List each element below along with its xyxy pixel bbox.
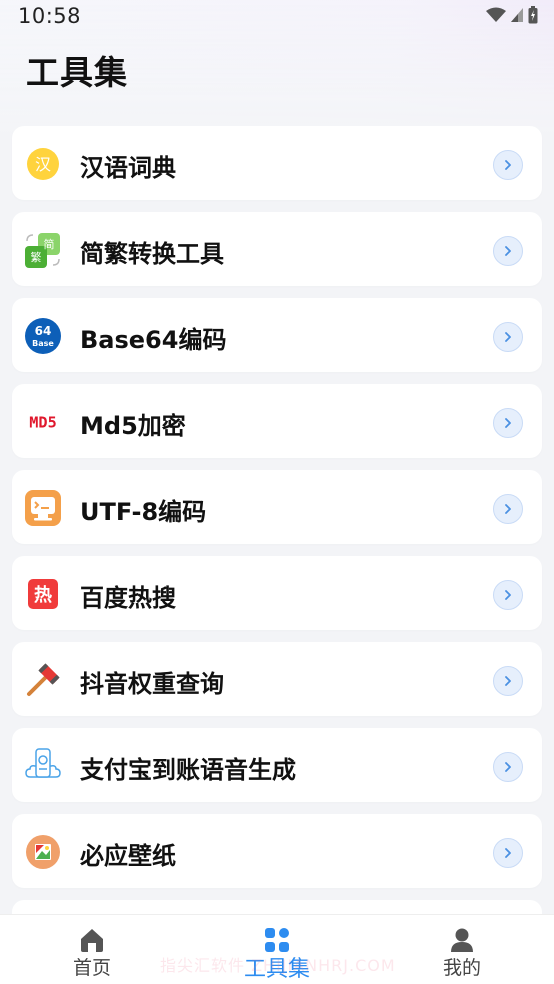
tool-label: 抖音权重查询 bbox=[80, 670, 224, 698]
battery-icon bbox=[528, 6, 538, 24]
simplified-icon-text: 简 bbox=[44, 237, 55, 251]
status-icons bbox=[486, 6, 538, 24]
tool-item-alipay-voice[interactable]: 支付宝到账语音生成 bbox=[12, 728, 542, 802]
chevron-right-icon[interactable] bbox=[493, 236, 523, 266]
page-title: 工具集 bbox=[26, 53, 128, 92]
tool-label: 支付宝到账语音生成 bbox=[80, 756, 296, 784]
tool-item-md5[interactable]: MD5 Md5加密 bbox=[12, 384, 542, 458]
watermark-text: 指尖汇软件 ZHIJIANHRJ.COM bbox=[160, 956, 396, 975]
tool-item-bing-wallpaper[interactable]: 必应壁纸 bbox=[12, 814, 542, 888]
alipay-voice-icon bbox=[24, 747, 62, 785]
bing-wallpaper-icon bbox=[24, 833, 62, 871]
nav-label-home: 首页 bbox=[72, 957, 111, 979]
chevron-right-icon[interactable] bbox=[493, 408, 523, 438]
tool-list: 汉 汉语词典 简 繁 简繁转换工具 64 Base Base64编码 MD5 M… bbox=[12, 126, 542, 900]
tool-item-base64[interactable]: 64 Base Base64编码 bbox=[12, 298, 542, 372]
chevron-right-icon[interactable] bbox=[493, 150, 523, 180]
hanyu-icon-text: 汉 bbox=[35, 155, 51, 174]
grid-icon bbox=[265, 928, 289, 952]
baidu-hot-icon-text: 热 bbox=[34, 584, 52, 606]
tool-label: Base64编码 bbox=[80, 326, 227, 354]
tool-item-utf8[interactable]: UTF-8编码 bbox=[12, 470, 542, 544]
nav-label-mine: 我的 bbox=[442, 957, 481, 979]
nav-item-mine[interactable]: 我的 bbox=[402, 915, 522, 984]
simplified-traditional-icon: 简 繁 bbox=[24, 231, 62, 269]
base64-icon-number: 64 bbox=[35, 324, 52, 338]
tool-label: UTF-8编码 bbox=[80, 498, 207, 526]
tool-label: Md5加密 bbox=[80, 412, 186, 440]
tool-label: 简繁转换工具 bbox=[80, 240, 224, 268]
tool-item-hanyu-dictionary[interactable]: 汉 汉语词典 bbox=[12, 126, 542, 200]
hanyu-dictionary-icon: 汉 bbox=[24, 145, 62, 183]
status-time: 10:58 bbox=[18, 4, 82, 28]
chevron-right-icon[interactable] bbox=[493, 666, 523, 696]
traditional-icon-text: 繁 bbox=[31, 250, 42, 264]
base64-icon-word: Base bbox=[32, 339, 54, 348]
tool-item-baidu-hot[interactable]: 热 百度热搜 bbox=[12, 556, 542, 630]
cellular-signal-icon bbox=[511, 8, 523, 22]
tool-label: 百度热搜 bbox=[80, 584, 176, 612]
hammer-icon bbox=[24, 661, 62, 699]
nav-item-home[interactable]: 首页 bbox=[32, 915, 152, 984]
tool-item-douyin-weight[interactable]: 抖音权重查询 bbox=[12, 642, 542, 716]
wifi-icon bbox=[486, 7, 506, 22]
status-bar: 10:58 bbox=[0, 0, 554, 32]
user-icon bbox=[451, 928, 473, 952]
utf8-icon bbox=[24, 489, 62, 527]
baidu-hot-icon: 热 bbox=[24, 575, 62, 613]
home-icon bbox=[81, 929, 103, 952]
base64-icon: 64 Base bbox=[24, 317, 62, 355]
md5-icon: MD5 bbox=[24, 403, 62, 441]
chevron-right-icon[interactable] bbox=[493, 752, 523, 782]
chevron-right-icon[interactable] bbox=[493, 580, 523, 610]
chevron-right-icon[interactable] bbox=[493, 838, 523, 868]
chevron-right-icon[interactable] bbox=[493, 494, 523, 524]
chevron-right-icon[interactable] bbox=[493, 322, 523, 352]
tool-item-simplified-traditional[interactable]: 简 繁 简繁转换工具 bbox=[12, 212, 542, 286]
tool-label: 必应壁纸 bbox=[80, 842, 176, 870]
tool-label: 汉语词典 bbox=[80, 154, 176, 182]
md5-icon-text: MD5 bbox=[29, 414, 56, 432]
